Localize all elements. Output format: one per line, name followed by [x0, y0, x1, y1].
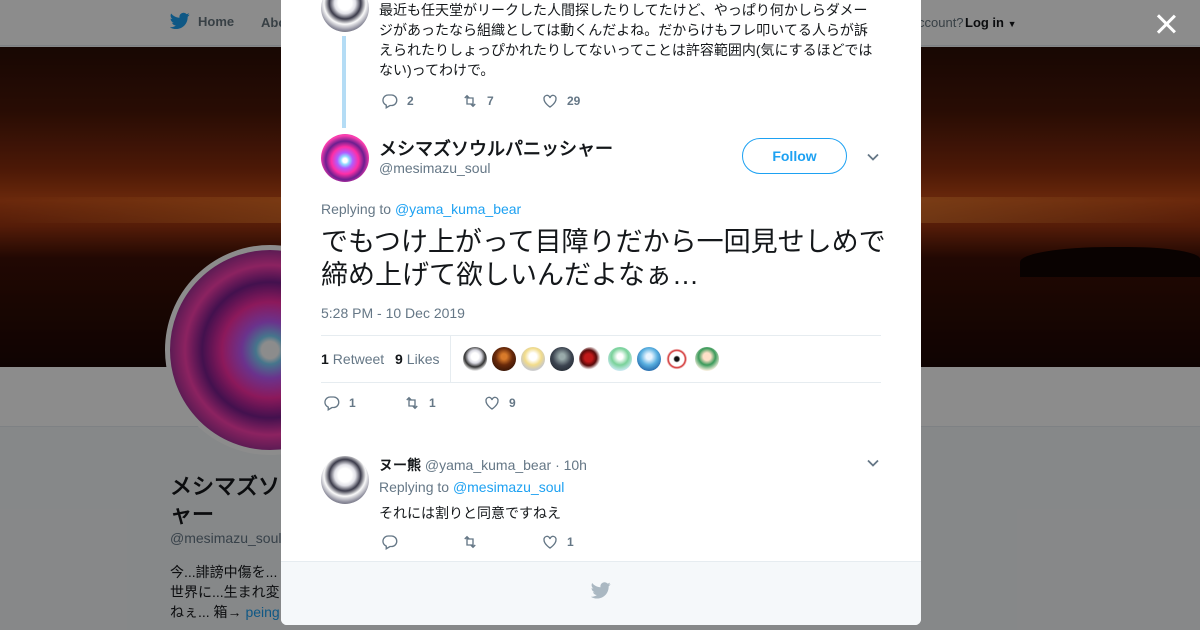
chevron-down-icon[interactable]: [866, 150, 880, 164]
reply-icon: [382, 94, 398, 109]
retweet-icon: [464, 94, 476, 108]
reply-tweet-actions: 1: [381, 533, 621, 551]
retweet-count: 7: [487, 94, 494, 108]
reply-tweet-author-handle[interactable]: @yama_kuma_bear: [425, 457, 551, 473]
like-icon: [543, 535, 557, 549]
retweet-icon: [464, 535, 476, 549]
main-tweet-timestamp[interactable]: 5:28 PM - 10 Dec 2019: [321, 305, 465, 321]
main-tweet-author-name[interactable]: メシマズソウルパニッシャー: [379, 135, 613, 161]
reply-icon: [324, 396, 340, 411]
liker-avatars: [463, 347, 719, 371]
tweet-stats-bar: 1 Retweet 9 Likes: [321, 335, 881, 383]
reply-tweet-author-name[interactable]: ヌー熊: [379, 457, 421, 473]
reply-tweet-avatar[interactable]: [321, 456, 369, 504]
liker-avatar[interactable]: [695, 347, 719, 371]
retweet-stat-label: Retweet: [332, 351, 385, 367]
reply-button[interactable]: [381, 533, 461, 551]
thread-line: [342, 36, 346, 128]
like-stat[interactable]: 9 Likes: [395, 351, 439, 367]
modal-footer: [281, 561, 921, 625]
retweet-count: 1: [429, 396, 436, 410]
reply-tweet-header: ヌー熊 @yama_kuma_bear · 10h: [379, 455, 587, 475]
like-icon: [485, 396, 499, 410]
main-tweet-avatar[interactable]: [321, 134, 369, 182]
retweet-icon: [406, 396, 418, 410]
like-button[interactable]: 9: [483, 394, 563, 412]
replying-to-label: Replying to: [321, 201, 392, 217]
main-tweet-author-handle[interactable]: @mesimazu_soul: [379, 160, 490, 176]
liker-avatar[interactable]: [550, 347, 574, 371]
close-icon[interactable]: [1155, 13, 1177, 35]
tweet-modal: 最近も任天堂がリークした人間探したりしてたけど、やっぱり何かしらダメージがあった…: [281, 0, 921, 625]
previous-tweet-text: 最近も任天堂がリークした人間探したりしてたけど、やっぱり何かしらダメージがあった…: [379, 2, 873, 78]
reply-replying-to-link[interactable]: @mesimazu_soul: [453, 479, 564, 495]
like-count: 1: [567, 535, 574, 549]
like-stat-count: 9: [395, 351, 403, 367]
follow-button[interactable]: Follow: [742, 138, 847, 174]
main-tweet-actions: 1 1 9: [323, 394, 563, 412]
retweet-button[interactable]: 7: [461, 92, 541, 110]
retweet-button[interactable]: [461, 533, 541, 551]
reply-icon: [382, 535, 398, 550]
retweet-stat[interactable]: 1 Retweet: [321, 351, 384, 367]
liker-avatar[interactable]: [463, 347, 487, 371]
replying-to-link[interactable]: @yama_kuma_bear: [395, 201, 521, 217]
like-icon: [543, 94, 557, 108]
reply-replying-to: Replying to @mesimazu_soul: [379, 479, 564, 495]
reply-tweet-time[interactable]: · 10h: [555, 457, 587, 473]
liker-avatar[interactable]: [521, 347, 545, 371]
liker-avatar[interactable]: [608, 347, 632, 371]
like-count: 29: [567, 94, 581, 108]
main-tweet-text: でもつけ上がって目障りだから一回見せしめで締め上げて欲しいんだよなぁ…: [321, 227, 886, 290]
chevron-down-icon[interactable]: [866, 456, 880, 470]
reply-tweet-text: それには割りと同意ですねえ: [379, 505, 561, 521]
liker-avatar[interactable]: [666, 347, 690, 371]
reply-count: 1: [349, 396, 356, 410]
twitter-bird-icon: [591, 582, 611, 599]
retweet-stat-count: 1: [321, 351, 329, 367]
previous-tweet-actions: 2 7 29: [381, 92, 621, 110]
reply-count: 2: [407, 94, 414, 108]
like-stat-label: Likes: [406, 351, 440, 367]
liker-avatar[interactable]: [637, 347, 661, 371]
stats-divider: [450, 336, 451, 382]
reply-button[interactable]: 2: [381, 92, 461, 110]
liker-avatar[interactable]: [492, 347, 516, 371]
like-button[interactable]: 29: [541, 92, 621, 110]
reply-button[interactable]: 1: [323, 394, 403, 412]
reply-replying-to-label: Replying to: [379, 479, 450, 495]
previous-tweet-avatar[interactable]: [321, 0, 369, 32]
retweet-button[interactable]: 1: [403, 394, 483, 412]
like-button[interactable]: 1: [541, 533, 621, 551]
like-count: 9: [509, 396, 516, 410]
replying-to: Replying to @yama_kuma_bear: [321, 201, 521, 217]
liker-avatar[interactable]: [579, 347, 603, 371]
